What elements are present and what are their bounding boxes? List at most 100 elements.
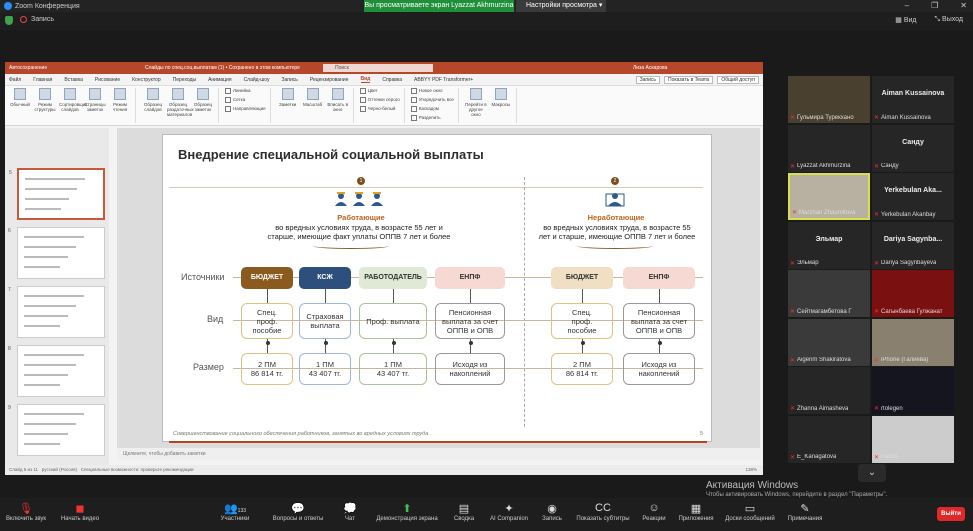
qa-button[interactable]: 💬 Вопросы и ответы: [270, 502, 326, 522]
ribbon-right-button[interactable]: Запись: [635, 75, 660, 84]
start-video-button[interactable]: ◼ Начать видео: [58, 502, 102, 522]
participant-tile[interactable]: Dariya Sagynba... ✕ Dariya Sagynbayeva: [872, 221, 954, 269]
view-button[interactable]: ▦ Вид: [895, 16, 916, 24]
participant-tile[interactable]: ✕ E_Kanagatova: [788, 415, 870, 463]
slide-thumbnail[interactable]: 7: [8, 286, 105, 338]
gallery-scroll-down-button[interactable]: ⌄: [858, 464, 886, 482]
ribbon-tab[interactable]: Справка: [382, 77, 402, 83]
ribbon-option[interactable]: Цвет: [360, 88, 400, 94]
participant-tile[interactable]: ✕ Гульмира Турекхано: [788, 76, 870, 123]
ribbon-tab[interactable]: Вставка: [64, 77, 83, 83]
connector-dot: [657, 341, 662, 345]
summary-button[interactable]: ▤ Сводка: [450, 502, 478, 522]
participant-tile[interactable]: Aiman Kussainova ✕ Aiman Kussainova: [872, 76, 954, 123]
ribbon-option[interactable]: Сетка: [225, 97, 266, 103]
ribbon-option[interactable]: Направляющие: [225, 106, 266, 112]
payment-type-text: Страховая выплата: [306, 312, 343, 330]
ribbon-tab[interactable]: Анимация: [208, 77, 231, 83]
ribbon-button-icon: [197, 88, 209, 100]
leave-button[interactable]: Выйти: [937, 507, 965, 521]
ribbon-option[interactable]: Новое окно: [411, 88, 454, 94]
slide-thumbnail[interactable]: 9: [8, 404, 105, 456]
ribbon-tab[interactable]: Переходы: [173, 77, 196, 83]
autosave-toggle[interactable]: Автосохранение: [9, 65, 47, 71]
ribbon-button[interactable]: Макросы: [490, 88, 512, 107]
ai-companion-button[interactable]: ✦ AI Companion: [486, 502, 532, 522]
exit-fullscreen-button[interactable]: ⤡ Выход: [935, 16, 964, 24]
ribbon-button[interactable]: Сортировщик слайдов: [59, 88, 87, 112]
ribbon-tab[interactable]: Главная: [33, 77, 52, 83]
ribbon-right-button[interactable]: Показать в Teams: [663, 75, 714, 84]
slide-thumbnail[interactable]: 6: [8, 227, 105, 279]
security-shield-icon[interactable]: [5, 16, 13, 25]
status-accessibility[interactable]: Специальные возможности: проверьте реком…: [81, 467, 194, 472]
participant-tile[interactable]: ✕ Aigerim Shakiratova: [788, 318, 870, 366]
ribbon-option[interactable]: Линейка: [225, 88, 266, 94]
thumbnail-line: [24, 364, 76, 366]
ribbon-option[interactable]: Черно-белый: [360, 106, 400, 112]
ribbon-tab[interactable]: Файл: [9, 77, 21, 83]
payment-type-line: Пенсионная: [448, 307, 492, 317]
record-button[interactable]: ◉ Запись: [540, 502, 564, 522]
ribbon-button[interactable]: Образец слайдов: [142, 88, 164, 112]
whiteboards-button[interactable]: ▭ Доски сообщений: [722, 502, 778, 522]
participant-tile[interactable]: Yerkebulan Aka... ✕ Yerkebulan Akanbay: [872, 173, 954, 220]
ribbon-button[interactable]: Перейти в другое окно: [465, 88, 487, 117]
captions-button[interactable]: CC Показать субтитры: [574, 502, 632, 522]
unmute-button[interactable]: 🎙 Включить звук: [6, 502, 46, 522]
mic-muted-icon: ✕: [874, 454, 880, 461]
ribbon-button[interactable]: Образец раздаточных материалов: [167, 88, 194, 117]
mic-muted-icon: ✕: [874, 309, 880, 315]
ribbon-button[interactable]: Режим чтения: [109, 88, 131, 112]
apps-button[interactable]: ▦ Приложения: [676, 502, 716, 522]
slide-thumbnail[interactable]: 5: [9, 168, 105, 220]
ribbon-tab[interactable]: Вид: [360, 76, 371, 83]
close-icon[interactable]: ✕: [960, 1, 967, 10]
share-screen-button[interactable]: ⬆ Демонстрация экрана: [374, 502, 440, 522]
participant-tile[interactable]: ✕ Zhanna Aimasheva: [788, 367, 870, 414]
connector-line: [325, 289, 326, 303]
ribbon-option[interactable]: Упорядочить все: [411, 97, 454, 103]
slide-thumbnail[interactable]: 8: [8, 345, 105, 397]
ribbon-button[interactable]: Обычный: [9, 88, 31, 107]
ribbon-button[interactable]: Образец заметок: [192, 88, 214, 112]
participant-tile[interactable]: ✕ Сейтмагамбетова Г: [788, 270, 870, 317]
ppt-search-input[interactable]: Поиск: [323, 64, 433, 72]
ribbon-button[interactable]: Заметки: [277, 88, 299, 107]
participant-tile[interactable]: ✕ Сагынбаева Гулжанат: [872, 270, 954, 317]
ribbon-button[interactable]: Режим структуры: [34, 88, 56, 112]
ribbon-tab[interactable]: ABBYY PDF Transformer+: [414, 77, 473, 83]
ribbon-tab[interactable]: Рисование: [95, 77, 120, 83]
participant-tile[interactable]: ✕ Lyazzat Akhmurzina: [788, 124, 870, 172]
whiteboards-icon: ▭: [744, 503, 756, 515]
view-options-button[interactable]: Настройки просмотра ▾: [516, 0, 606, 12]
participant-tile[interactable]: Санду ✕ Санду: [872, 124, 954, 172]
ribbon-button[interactable]: Страницы заметок: [84, 88, 106, 112]
status-zoom[interactable]: 138%: [745, 467, 757, 472]
notes-button[interactable]: ✎ Примечания: [784, 502, 826, 522]
participant-tile[interactable]: ✕ iPhone (Галиева): [872, 318, 954, 366]
ribbon-option[interactable]: Каскадом: [411, 106, 454, 112]
chat-button[interactable]: 💭 Чат: [340, 502, 360, 522]
ribbon-option[interactable]: Разделить: [411, 115, 454, 121]
ribbon-button[interactable]: Масштаб: [302, 88, 324, 107]
chevron-right: [577, 243, 653, 249]
ribbon-tab[interactable]: Конструктор: [132, 77, 161, 83]
ribbon-tab[interactable]: Слайд-шоу: [244, 77, 270, 83]
ribbon-option[interactable]: Оттенки серого: [360, 97, 400, 103]
recording-indicator[interactable]: Запись: [20, 16, 54, 23]
maximize-icon[interactable]: ❐: [931, 1, 938, 10]
ribbon-button[interactable]: Вписать в окно: [327, 88, 349, 112]
participants-button[interactable]: 👥133 Участники: [216, 502, 254, 522]
notes-pane[interactable]: Щелкните, чтобы добавить заметки: [117, 448, 760, 460]
ribbon-tab[interactable]: Запись: [281, 77, 297, 83]
reactions-button[interactable]: ☺ Реакции: [640, 502, 668, 522]
minimize-icon[interactable]: –: [905, 1, 909, 10]
ribbon-right-button[interactable]: Общий доступ: [717, 75, 759, 84]
participant-tile[interactable]: Эльмар ✕ Эльмар: [788, 221, 870, 269]
participant-tile[interactable]: ✕ Разия: [872, 415, 954, 463]
participant-tile[interactable]: ✕ rtolegen: [872, 367, 954, 414]
participant-tile[interactable]: ✕ Marzhan Zhaumitova: [788, 173, 870, 220]
mic-muted-icon: ✕: [874, 406, 880, 412]
ribbon-tab[interactable]: Рецензирование: [310, 77, 349, 83]
